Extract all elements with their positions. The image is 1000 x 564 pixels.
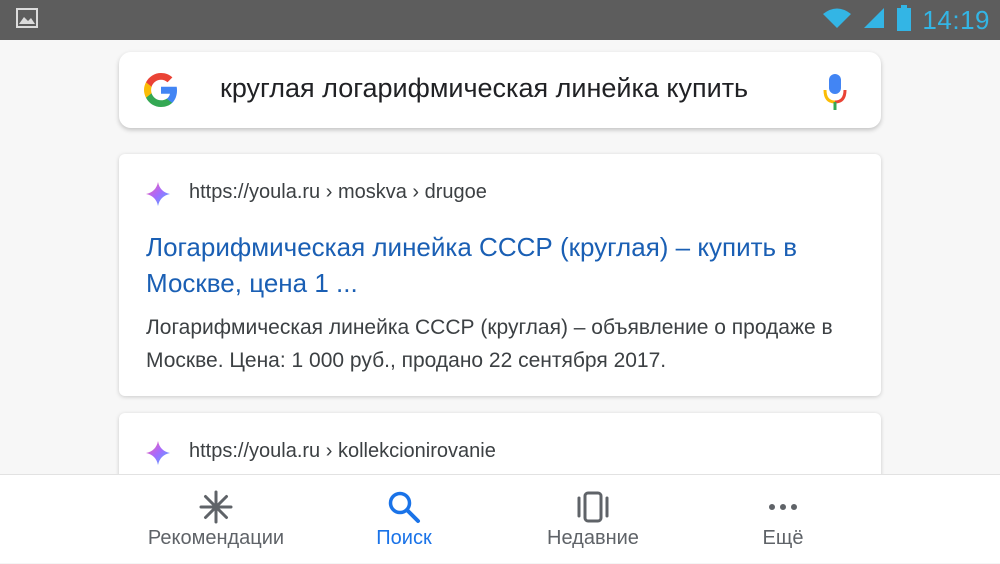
nav-label: Ещё	[762, 527, 804, 549]
nav-item-more[interactable]: Ещё	[693, 475, 873, 564]
google-g-icon	[141, 70, 181, 110]
image-icon	[16, 7, 38, 33]
result-title-link[interactable]: Логарифмическая линейка СССР (круглая) –…	[146, 229, 866, 301]
signal-icon	[862, 7, 886, 34]
nav-item-search[interactable]: Поиск	[314, 475, 494, 564]
search-bar[interactable]: круглая логарифмическая линейка купить	[119, 52, 881, 128]
search-icon	[384, 489, 424, 525]
bottom-nav: Рекомендации Поиск Недавние Ещё	[0, 474, 1000, 563]
search-query-text[interactable]: круглая логарифмическая линейка купить	[220, 73, 748, 104]
wifi-icon	[822, 7, 852, 34]
status-icons: 14:19	[822, 0, 990, 40]
result-snippet: Логарифмическая линейка СССР (круглая) –…	[146, 316, 833, 372]
youla-favicon-icon	[145, 181, 171, 207]
nav-item-recommendations[interactable]: Рекомендации	[126, 475, 306, 564]
nav-label: Рекомендации	[147, 527, 285, 549]
more-dots-icon	[763, 489, 803, 525]
recent-cards-icon	[573, 489, 613, 525]
asterisk-icon	[196, 489, 236, 525]
status-time: 14:19	[922, 4, 990, 35]
status-bar: 14:19	[0, 0, 1000, 40]
results-area[interactable]: круглая логарифмическая линейка купить h…	[0, 40, 1000, 474]
result-url[interactable]: https://youla.ru › moskva › drugoe	[189, 181, 487, 204]
youla-favicon-icon	[145, 440, 171, 466]
microphone-icon[interactable]	[821, 72, 849, 112]
search-result-card[interactable]: https://youla.ru › kollekcionirovanie	[119, 413, 881, 474]
nav-label: Поиск	[376, 527, 432, 549]
battery-icon	[896, 4, 912, 36]
result-url[interactable]: https://youla.ru › kollekcionirovanie	[189, 440, 496, 463]
nav-label: Недавние	[547, 527, 639, 549]
search-result-card[interactable]: https://youla.ru › moskva › drugoe Логар…	[119, 154, 881, 396]
nav-item-recent[interactable]: Недавние	[503, 475, 683, 564]
